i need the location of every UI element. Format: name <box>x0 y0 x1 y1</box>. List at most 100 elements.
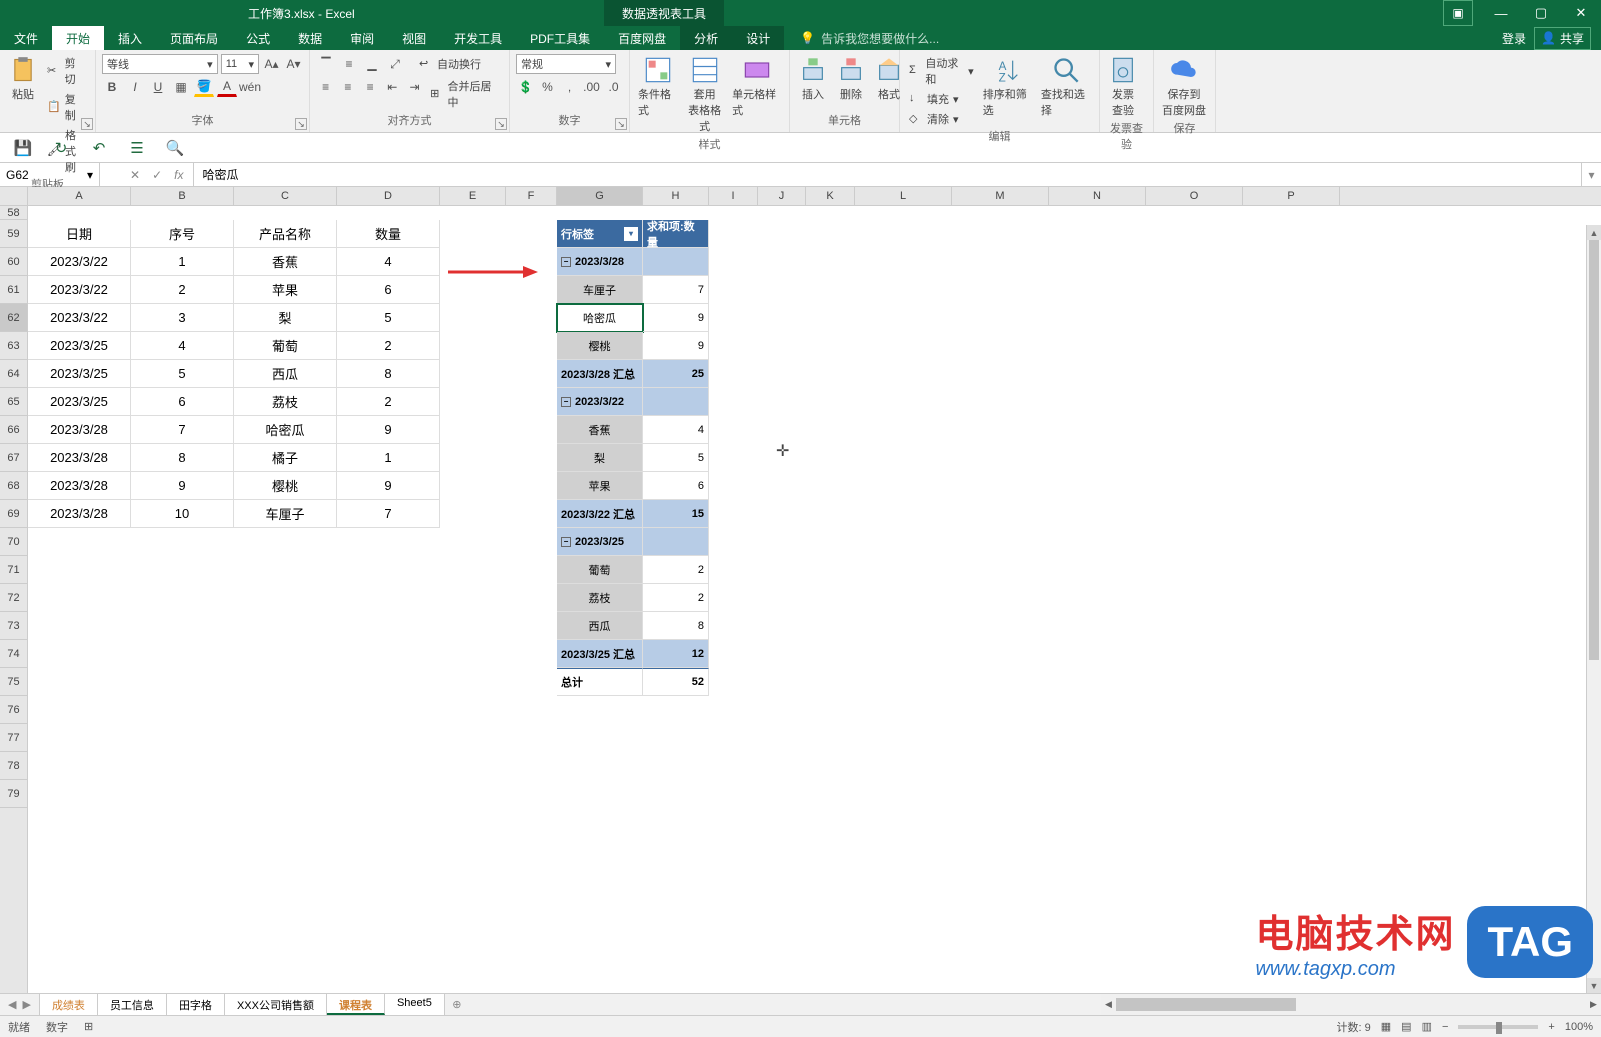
increase-indent-button[interactable]: ⇥ <box>405 77 424 97</box>
clear-button[interactable]: ◇清除▾ <box>906 110 977 128</box>
delete-cells-button[interactable]: 删除 <box>834 54 868 112</box>
align-bottom-button[interactable]: ▁ <box>362 54 382 74</box>
cell-G61[interactable]: 车厘子 <box>557 276 643 304</box>
tab-data[interactable]: 数据 <box>284 26 336 50</box>
tell-me[interactable]: 💡 告诉我您想要做什么... <box>800 26 939 50</box>
increase-decimal-button[interactable]: .00 <box>582 77 601 97</box>
decrease-decimal-button[interactable]: .0 <box>604 77 623 97</box>
cell-A69[interactable]: 2023/3/28 <box>28 500 131 528</box>
pivot-filter-icon[interactable]: ▾ <box>624 227 638 241</box>
view-page-break-button[interactable]: ▥ <box>1422 1020 1432 1033</box>
sheet-nav-next[interactable]: ▶ <box>22 998 30 1011</box>
collapse-icon[interactable]: − <box>561 257 571 267</box>
col-header-D[interactable]: D <box>337 187 440 205</box>
col-header-N[interactable]: N <box>1049 187 1146 205</box>
grow-font-button[interactable]: A▴ <box>262 54 281 74</box>
sheet-tab-Sheet5[interactable]: Sheet5 <box>385 994 445 1015</box>
font-launcher[interactable]: ↘ <box>295 118 307 130</box>
scroll-thumb[interactable] <box>1589 240 1599 660</box>
minimize-button[interactable]: — <box>1481 0 1521 26</box>
cell-A61[interactable]: 2023/3/22 <box>28 276 131 304</box>
accept-icon[interactable]: ✓ <box>152 168 162 182</box>
col-header-M[interactable]: M <box>952 187 1049 205</box>
number-format-combo[interactable]: 常规▾ <box>516 54 616 74</box>
col-header-B[interactable]: B <box>131 187 234 205</box>
row-header-78[interactable]: 78 <box>0 752 27 780</box>
font-name-combo[interactable]: 等线▾ <box>102 54 218 74</box>
align-middle-button[interactable]: ≡ <box>339 54 359 74</box>
cell-A65[interactable]: 2023/3/25 <box>28 388 131 416</box>
formula-input[interactable]: 哈密瓜 <box>194 163 1581 186</box>
row-header-64[interactable]: 64 <box>0 360 27 388</box>
cell-C59[interactable]: 产品名称 <box>234 220 337 248</box>
cell-B69[interactable]: 10 <box>131 500 234 528</box>
maximize-button[interactable]: ▢ <box>1521 0 1561 26</box>
decrease-indent-button[interactable]: ⇤ <box>383 77 402 97</box>
cell-styles-button[interactable]: 单元格样式 <box>730 54 783 136</box>
invoice-query-button[interactable]: 发票 查验 <box>1106 54 1140 120</box>
row-header-63[interactable]: 63 <box>0 332 27 360</box>
cell-C67[interactable]: 橘子 <box>234 444 337 472</box>
align-center-button[interactable]: ≡ <box>338 77 357 97</box>
orientation-button[interactable]: ⤢ <box>385 54 405 74</box>
sheet-tab-田字格[interactable]: 田字格 <box>167 994 225 1015</box>
cell-G63[interactable]: 樱桃 <box>557 332 643 360</box>
conditional-format-button[interactable]: 条件格式 <box>636 54 679 136</box>
cell-H72[interactable]: 2 <box>643 584 709 612</box>
cell-G62[interactable]: 哈密瓜 <box>557 304 643 332</box>
cell-G70[interactable]: −2023/3/25 <box>557 528 643 556</box>
zoom-out-button[interactable]: − <box>1442 1021 1448 1033</box>
cell-G65[interactable]: −2023/3/22 <box>557 388 643 416</box>
shrink-font-button[interactable]: A▾ <box>284 54 303 74</box>
bold-button[interactable]: B <box>102 77 122 97</box>
cell-A67[interactable]: 2023/3/28 <box>28 444 131 472</box>
format-as-table-button[interactable]: 套用 表格格式 <box>683 54 726 136</box>
tab-review[interactable]: 审阅 <box>336 26 388 50</box>
undo-button[interactable]: ↶ <box>88 137 110 159</box>
cell-H71[interactable]: 2 <box>643 556 709 584</box>
tab-pdf-tools[interactable]: PDF工具集 <box>516 26 604 50</box>
cell-D59[interactable]: 数量 <box>337 220 440 248</box>
border-button[interactable]: ▦ <box>171 77 191 97</box>
cell-H61[interactable]: 7 <box>643 276 709 304</box>
cell-H64[interactable]: 25 <box>643 360 709 388</box>
tab-insert[interactable]: 插入 <box>104 26 156 50</box>
sheet-nav-prev[interactable]: ◀ <box>8 998 16 1011</box>
cell-H74[interactable]: 12 <box>643 640 709 668</box>
cut-button[interactable]: ✂剪切 <box>44 54 89 88</box>
sheet-tab-成绩表[interactable]: 成绩表 <box>40 994 98 1015</box>
cell-B68[interactable]: 9 <box>131 472 234 500</box>
cell-C62[interactable]: 梨 <box>234 304 337 332</box>
save-to-baidu-button[interactable]: 保存到 百度网盘 <box>1160 54 1208 120</box>
cell-H69[interactable]: 15 <box>643 500 709 528</box>
row-header-65[interactable]: 65 <box>0 388 27 416</box>
row-header-62[interactable]: 62 <box>0 304 27 332</box>
col-header-I[interactable]: I <box>709 187 758 205</box>
h-scroll-thumb[interactable] <box>1116 998 1296 1011</box>
row-header-58[interactable]: 58 <box>0 206 27 220</box>
cell-G74[interactable]: 2023/3/25 汇总 <box>557 640 643 668</box>
tab-page-layout[interactable]: 页面布局 <box>156 26 232 50</box>
cell-G59[interactable]: 行标签▾ <box>557 220 643 248</box>
cell-B60[interactable]: 1 <box>131 248 234 276</box>
col-header-F[interactable]: F <box>506 187 557 205</box>
wrap-text-button[interactable]: ↩自动换行 <box>416 54 484 74</box>
cell-C60[interactable]: 香蕉 <box>234 248 337 276</box>
expand-formula-bar-button[interactable]: ▾ <box>1581 163 1601 186</box>
align-top-button[interactable]: ▔ <box>316 54 336 74</box>
cell-C64[interactable]: 西瓜 <box>234 360 337 388</box>
cell-C63[interactable]: 葡萄 <box>234 332 337 360</box>
cell-H65[interactable] <box>643 388 709 416</box>
cell-B64[interactable]: 5 <box>131 360 234 388</box>
tab-analyze[interactable]: 分析 <box>680 26 732 50</box>
cell-G75[interactable]: 总计 <box>557 668 643 696</box>
cell-D67[interactable]: 1 <box>337 444 440 472</box>
cell-H68[interactable]: 6 <box>643 472 709 500</box>
accessibility-icon[interactable]: ⊞ <box>84 1020 93 1033</box>
row-header-76[interactable]: 76 <box>0 696 27 724</box>
col-header-L[interactable]: L <box>855 187 952 205</box>
row-header-66[interactable]: 66 <box>0 416 27 444</box>
cell-B59[interactable]: 序号 <box>131 220 234 248</box>
cell-H62[interactable]: 9 <box>643 304 709 332</box>
row-header-60[interactable]: 60 <box>0 248 27 276</box>
